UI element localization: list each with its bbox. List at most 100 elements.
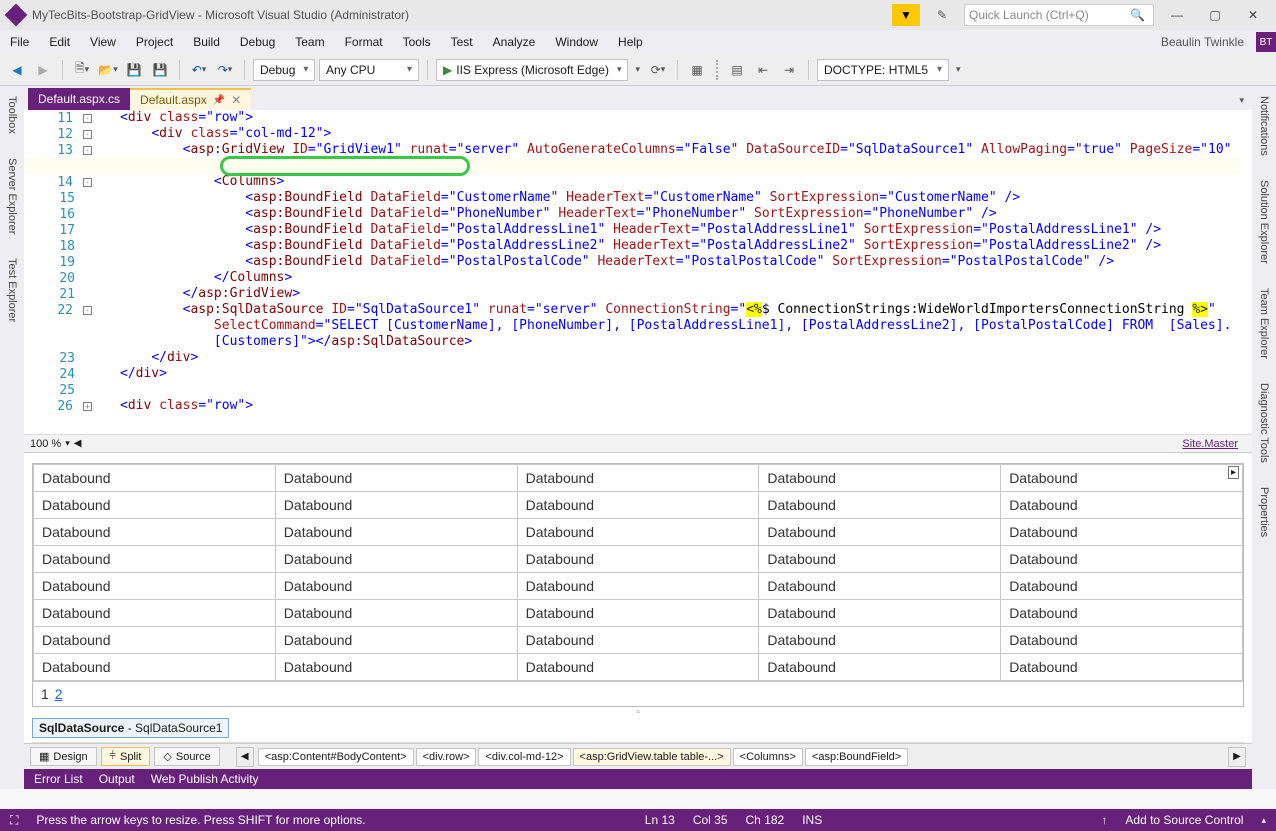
- design-view-button[interactable]: ▦ Design: [30, 747, 97, 766]
- toolbar: ◀ ▶ 🗎▾ 📂▾ 💾 💾 ↶▾ ↷▾ Debug▾ Any CPU▾ ▶IIS…: [0, 54, 1276, 86]
- open-file-button[interactable]: 📂▾: [97, 59, 119, 81]
- gridview-preview[interactable]: DataboundDataboundDataboundDataboundData…: [33, 464, 1243, 681]
- tab-close-icon[interactable]: ✕: [231, 93, 241, 107]
- breadcrumb-item[interactable]: <Columns>: [733, 748, 803, 766]
- breadcrumb-prev[interactable]: ◀: [236, 747, 254, 767]
- menu-help[interactable]: Help: [608, 32, 653, 52]
- pin-icon[interactable]: 📌: [213, 95, 225, 106]
- new-project-button[interactable]: 🗎▾: [71, 59, 93, 81]
- gridview-cell: Databound: [1001, 519, 1243, 546]
- gridview-cell: Databound: [1001, 600, 1243, 627]
- tab-default-aspx[interactable]: Default.aspx📌✕: [130, 88, 251, 110]
- left-tool-test-explorer[interactable]: Test Explorer: [4, 252, 20, 328]
- gridview-cell: Databound: [275, 465, 517, 492]
- gridview-cell: Databound: [275, 492, 517, 519]
- gridview-cell: Databound: [34, 492, 276, 519]
- breadcrumb-next[interactable]: ▶: [1228, 747, 1246, 767]
- split-view-button[interactable]: ⫩ Split: [101, 747, 151, 766]
- user-avatar-badge[interactable]: BT: [1256, 32, 1276, 52]
- view-switcher: ▦ Design ⫩ Split ◇ Source ◀ <asp:Content…: [24, 743, 1252, 769]
- right-tool-notifications[interactable]: Notifications: [1256, 90, 1272, 162]
- gridview-cell: Databound: [759, 627, 1001, 654]
- menu-window[interactable]: Window: [545, 32, 608, 52]
- bottom-tab-web-publish-activity[interactable]: Web Publish Activity: [151, 772, 259, 786]
- indent-left-button[interactable]: ⇤: [752, 59, 774, 81]
- bottom-tab-output[interactable]: Output: [99, 772, 135, 786]
- browser-refresh-button[interactable]: ⟳▾: [647, 59, 669, 81]
- save-all-button[interactable]: 💾: [149, 59, 171, 81]
- status-line: Ln 13: [645, 813, 675, 827]
- platform-combo[interactable]: Any CPU▾: [319, 59, 419, 81]
- tab-overflow-button[interactable]: ▾: [1235, 91, 1248, 110]
- close-button[interactable]: ✕: [1238, 4, 1268, 26]
- signed-in-user[interactable]: Beaulin Twinkle: [1153, 35, 1252, 49]
- maximize-button[interactable]: ▢: [1200, 4, 1230, 26]
- right-tool-properties[interactable]: Properties: [1256, 481, 1272, 543]
- indent-right-button[interactable]: ⇥: [778, 59, 800, 81]
- resize-icon: ⛶: [10, 813, 18, 828]
- menu-edit[interactable]: Edit: [39, 32, 80, 52]
- gridview-cell: Databound: [517, 465, 759, 492]
- gridview-cell: Databound: [275, 654, 517, 681]
- search-icon: 🔍: [1130, 8, 1145, 22]
- site-master-link[interactable]: Site.Master: [1174, 438, 1246, 450]
- left-tool-server-explorer[interactable]: Server Explorer: [4, 152, 20, 240]
- status-message: Press the arrow keys to resize. Press SH…: [36, 813, 365, 827]
- breadcrumb-item[interactable]: <asp:GridView.table table-...>: [573, 748, 731, 766]
- gridview-cell: Databound: [1001, 546, 1243, 573]
- menu-project[interactable]: Project: [126, 32, 183, 52]
- minimize-button[interactable]: —: [1162, 4, 1192, 26]
- menu-format[interactable]: Format: [335, 32, 393, 52]
- new-table-button[interactable]: ▤: [726, 59, 748, 81]
- menu-analyze[interactable]: Analyze: [483, 32, 546, 52]
- bottom-tab-error-list[interactable]: Error List: [34, 772, 83, 786]
- pager-page-2[interactable]: 2: [55, 686, 63, 702]
- menu-team[interactable]: Team: [285, 32, 334, 52]
- doctype-combo[interactable]: DOCTYPE: HTML5▾: [817, 59, 949, 81]
- gridview-cell: Databound: [34, 627, 276, 654]
- design-surface[interactable]: ▸ DataboundDataboundDataboundDataboundDa…: [24, 452, 1252, 743]
- quick-launch-input[interactable]: Quick Launch (Ctrl+Q) 🔍: [964, 4, 1154, 26]
- breadcrumb-item[interactable]: <div.col-md-12>: [478, 748, 570, 766]
- menu-test[interactable]: Test: [441, 32, 483, 52]
- menu-file[interactable]: File: [0, 32, 39, 52]
- breadcrumb-item[interactable]: <asp:Content#BodyContent>: [258, 748, 414, 766]
- breadcrumb-item[interactable]: <div.row>: [416, 748, 477, 766]
- right-tool-team-explorer[interactable]: Team Explorer: [1256, 282, 1272, 365]
- configuration-combo[interactable]: Debug▾: [253, 59, 315, 81]
- source-control-button[interactable]: Add to Source Control: [1125, 813, 1243, 827]
- gridview-cell: Databound: [759, 465, 1001, 492]
- right-tool-diagnostic-tools[interactable]: Diagnostic Tools: [1256, 377, 1272, 469]
- redo-button[interactable]: ↷▾: [214, 59, 236, 81]
- undo-button[interactable]: ↶▾: [188, 59, 210, 81]
- save-button[interactable]: 💾: [123, 59, 145, 81]
- notification-flag-button[interactable]: ▼: [892, 4, 920, 26]
- gridview-cell: Databound: [517, 600, 759, 627]
- menu-tools[interactable]: Tools: [393, 32, 441, 52]
- code-editor[interactable]: 11-12-13-14-1516171819202122-23242526+ <…: [24, 110, 1252, 434]
- gridview-cell: Databound: [275, 627, 517, 654]
- gridview-cell: Databound: [275, 600, 517, 627]
- extension-button[interactable]: ▦: [686, 59, 708, 81]
- source-view-button[interactable]: ◇ Source: [154, 747, 219, 766]
- nav-back-button[interactable]: ◀: [6, 59, 28, 81]
- menu-debug[interactable]: Debug: [230, 32, 285, 52]
- nav-forward-button[interactable]: ▶: [32, 59, 54, 81]
- status-bar: ⛶ Press the arrow keys to resize. Press …: [0, 809, 1276, 831]
- right-tool-solution-explorer[interactable]: Solution Explorer: [1256, 174, 1272, 270]
- run-button[interactable]: ▶IIS Express (Microsoft Edge)▾: [436, 59, 628, 81]
- document-tabs: Default.aspx.cs Default.aspx📌✕ ▾: [24, 86, 1252, 110]
- left-tool-toolbox[interactable]: Toolbox: [4, 90, 20, 140]
- smart-tag-icon[interactable]: ▸: [1228, 466, 1239, 479]
- tab-default-aspx-cs[interactable]: Default.aspx.cs: [28, 88, 130, 110]
- feedback-icon[interactable]: ✎: [928, 4, 956, 26]
- gridview-cell: Databound: [759, 573, 1001, 600]
- gridview-cell: Databound: [34, 573, 276, 600]
- scroll-left-icon[interactable]: ◀: [70, 438, 82, 449]
- zoom-level[interactable]: 100 %: [30, 438, 61, 450]
- sqldatasource-control[interactable]: SqlDataSource - SqlDataSource1: [32, 718, 229, 738]
- menu-view[interactable]: View: [80, 32, 126, 52]
- breadcrumb-item[interactable]: <asp:BoundField>: [805, 748, 908, 766]
- gridview-cell: Databound: [517, 573, 759, 600]
- menu-build[interactable]: Build: [183, 32, 230, 52]
